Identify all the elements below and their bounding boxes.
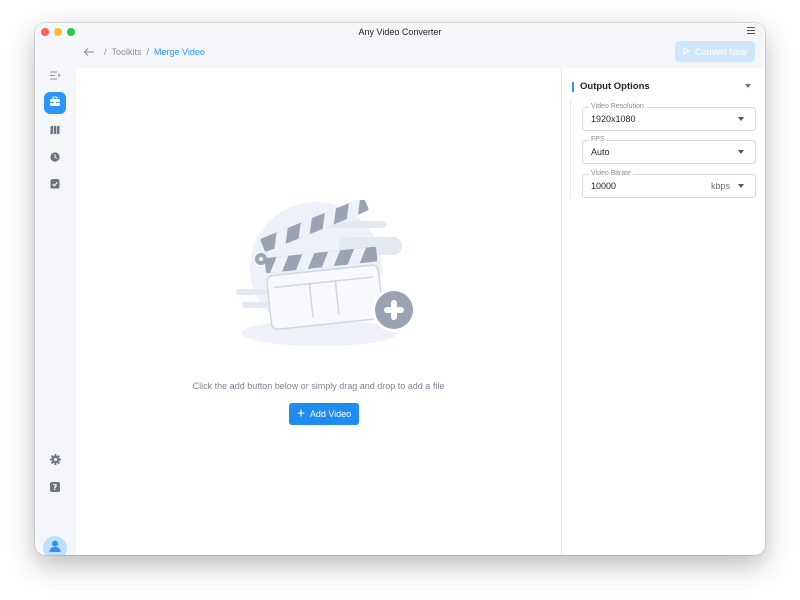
breadcrumb-current: Merge Video <box>154 47 205 57</box>
play-icon <box>683 46 690 57</box>
sidebar-item-settings[interactable] <box>44 450 66 472</box>
video-bitrate-value: 10000 <box>591 181 617 191</box>
breadcrumb-separator: / <box>104 47 107 57</box>
video-bitrate-unit: kbps <box>710 181 730 191</box>
video-resolution-label: Video Resolution <box>589 102 646 112</box>
breadcrumb: / Toolkits / Merge Video <box>83 45 205 59</box>
toolbox-icon <box>49 94 61 112</box>
convert-now-label: Convert Now <box>694 46 748 57</box>
title-bar: Any Video Converter <box>35 23 765 43</box>
user-avatar-icon <box>48 539 62 556</box>
output-options-title: Output Options <box>572 82 650 92</box>
empty-state-illustration <box>224 197 424 360</box>
sidebar: ? <box>35 43 76 555</box>
breadcrumb-toolkits[interactable]: Toolkits <box>112 47 142 57</box>
account-avatar[interactable] <box>43 536 67 555</box>
sidebar-item-history[interactable] <box>44 147 66 169</box>
chevron-down-icon <box>738 150 744 154</box>
checklist-icon <box>50 176 60 194</box>
chevron-down-icon[interactable] <box>738 184 744 188</box>
drop-zone[interactable]: Click the add button below or simply dra… <box>76 68 562 555</box>
video-resolution-value: 1920x1080 <box>591 114 636 124</box>
fps-label: FPS <box>589 135 607 145</box>
drop-hint-text: Click the add button below or simply dra… <box>192 381 445 391</box>
fps-value: Auto <box>591 147 610 157</box>
collapse-caret-icon[interactable] <box>745 84 751 88</box>
sidebar-item-map[interactable] <box>44 120 66 142</box>
sidebar-item-help[interactable]: ? <box>44 477 66 499</box>
question-icon: ? <box>50 479 60 497</box>
window-title: Any Video Converter <box>358 27 442 37</box>
menu-icon[interactable] <box>747 26 756 35</box>
app-window: Any Video Converter ? / Toolkits / Merge… <box>35 23 765 555</box>
gear-icon <box>49 452 61 470</box>
sidebar-item-toolkits[interactable] <box>44 92 66 114</box>
video-resolution-select[interactable]: Video Resolution 1920x1080 <box>582 102 756 131</box>
collapse-sidebar-icon[interactable] <box>49 67 61 80</box>
plus-icon <box>297 409 305 419</box>
sidebar-item-tasks[interactable] <box>44 174 66 196</box>
video-bitrate-label: Video Bitrate <box>589 169 633 179</box>
panel-divider <box>570 100 571 198</box>
convert-now-button[interactable]: Convert Now <box>675 41 755 62</box>
breadcrumb-separator: / <box>146 47 150 57</box>
map-icon <box>50 122 60 140</box>
back-arrow-icon[interactable] <box>83 47 95 57</box>
video-bitrate-field[interactable]: Video Bitrate 10000 kbps <box>582 169 756 198</box>
clock-icon <box>50 149 60 167</box>
output-options-panel: Output Options Video Resolution 1920x108… <box>562 68 765 555</box>
fps-select[interactable]: FPS Auto <box>582 135 756 164</box>
add-video-button[interactable]: Add Video <box>289 403 359 425</box>
svg-text:?: ? <box>53 483 58 492</box>
add-video-label: Add Video <box>309 409 352 419</box>
chevron-down-icon <box>738 117 744 121</box>
